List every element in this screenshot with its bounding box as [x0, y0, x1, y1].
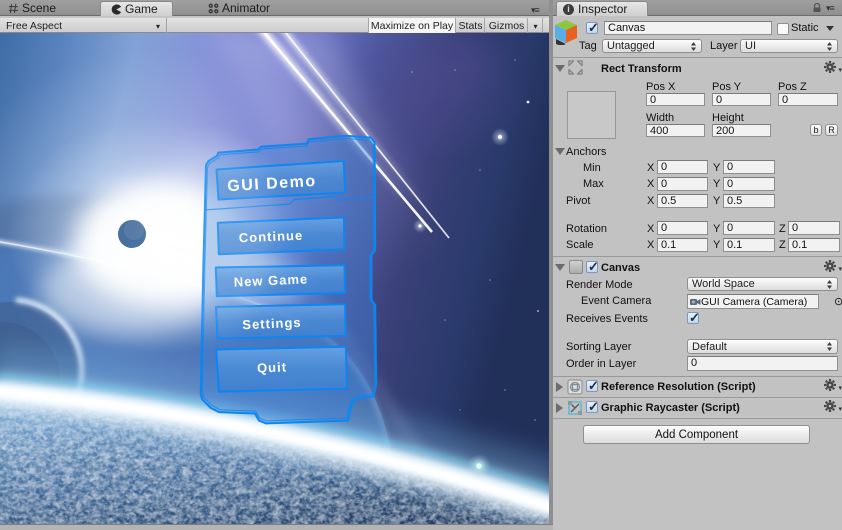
svg-text:Quit: Quit: [257, 359, 288, 375]
svg-text:Settings: Settings: [242, 315, 302, 333]
